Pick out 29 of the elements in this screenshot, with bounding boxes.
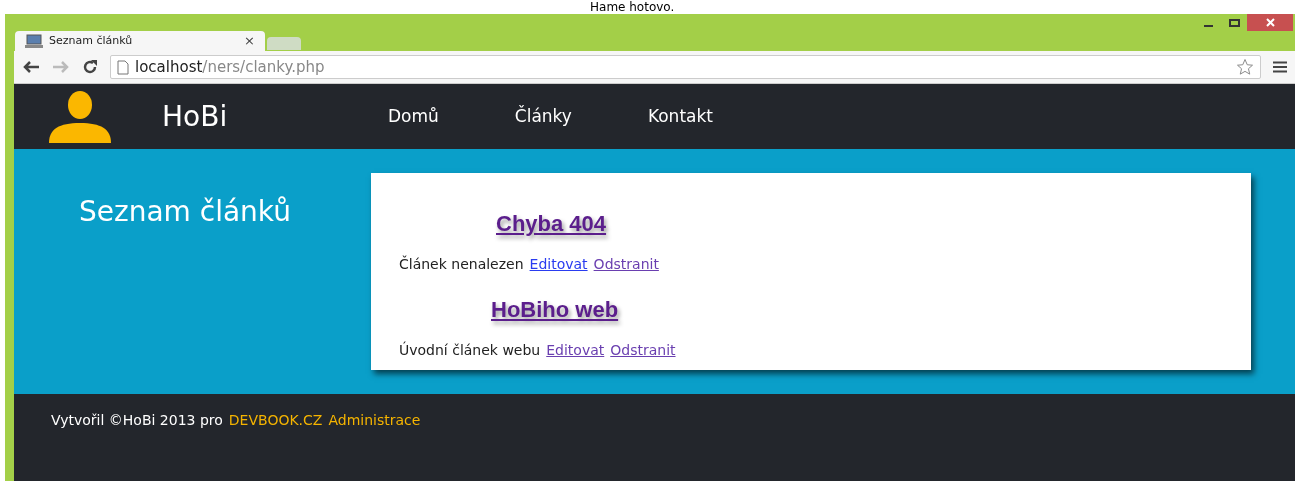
nav-link[interactable]: Články <box>514 103 572 130</box>
page-title: Seznam článků <box>78 194 292 230</box>
article-description: Článek nenalezen <box>399 254 524 274</box>
address-bar[interactable]: localhost/ners/clanky.php <box>110 55 1261 79</box>
article-link[interactable]: Editovat <box>546 340 605 361</box>
tab-close-button[interactable]: × <box>244 31 255 51</box>
article-link[interactable]: Editovat <box>529 254 588 275</box>
footer-text: Vytvořil ©HoBi 2013 pro <box>51 411 223 430</box>
page-icon <box>117 59 129 75</box>
browser-tab[interactable]: Seznam článků × <box>15 31 265 51</box>
url-text: localhost/ners/clanky.php <box>135 56 326 78</box>
reload-icon[interactable] <box>82 59 98 75</box>
tab-title: Seznam článků <box>49 32 134 49</box>
article-link[interactable]: Odstranit <box>593 254 659 275</box>
menu-icon[interactable] <box>1273 61 1287 73</box>
footer-link[interactable]: DEVBOOK.CZ <box>228 410 323 481</box>
close-icon[interactable] <box>1247 14 1293 31</box>
article-title[interactable]: HoBiho web <box>491 293 619 326</box>
article-link[interactable]: Odstranit <box>610 340 676 361</box>
article-title[interactable]: Chyba 404 <box>496 207 607 240</box>
back-icon[interactable] <box>22 60 40 74</box>
star-icon[interactable] <box>1236 58 1254 76</box>
footer-link[interactable]: Administrace <box>328 410 421 481</box>
site-logo[interactable]: HoBi <box>162 95 388 138</box>
nav-link[interactable]: Kontakt <box>647 103 713 130</box>
computer-icon <box>25 34 43 48</box>
caption: Hame hotovo. <box>590 0 675 14</box>
article-description: Úvodní článek webu <box>399 340 541 360</box>
nav-link[interactable]: Domů <box>388 103 439 130</box>
